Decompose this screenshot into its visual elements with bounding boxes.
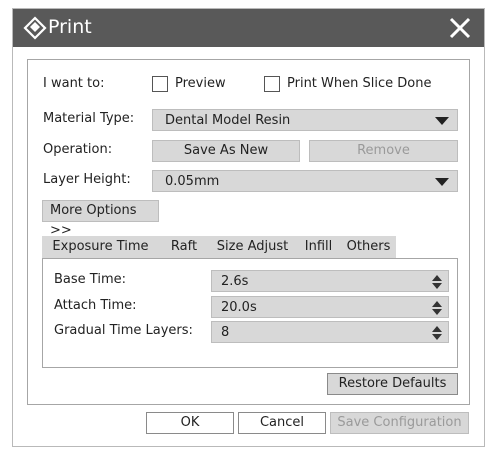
tab-raft[interactable]: Raft [159, 236, 209, 258]
save-configuration-button[interactable]: Save Configuration [330, 412, 469, 434]
attach-time-label: Attach Time: [54, 298, 137, 313]
tab-others[interactable]: Others [341, 236, 396, 258]
material-type-select[interactable]: Dental Model Resin [152, 109, 458, 131]
cancel-button[interactable]: Cancel [238, 412, 326, 434]
gradual-time-layers-spinbox[interactable]: 8 [211, 321, 449, 343]
base-time-value: 2.6s [221, 274, 249, 289]
base-time-label: Base Time: [54, 272, 126, 287]
exposure-time-panel: Base Time: 2.6s Attach Time: 20.0s Gradu… [42, 258, 458, 368]
layer-height-label: Layer Height: [43, 172, 131, 187]
title-bar: Print [13, 9, 484, 47]
tab-infill[interactable]: Infill [296, 236, 341, 258]
remove-button[interactable]: Remove [309, 140, 458, 162]
tab-size-adjust[interactable]: Size Adjust [209, 236, 296, 258]
preview-label: Preview [175, 76, 226, 91]
spin-up-icon[interactable] [432, 275, 442, 281]
gradual-time-layers-label: Gradual Time Layers: [54, 323, 193, 338]
print-when-slice-done-label: Print When Slice Done [287, 76, 432, 91]
gradual-time-layers-value: 8 [221, 325, 230, 340]
close-icon[interactable] [447, 15, 473, 41]
material-type-label: Material Type: [43, 111, 135, 126]
settings-panel: I want to: Preview Print When Slice Done… [27, 59, 470, 405]
spin-up-icon[interactable] [432, 326, 442, 332]
spin-down-icon[interactable] [432, 309, 442, 315]
print-dialog: Print I want to: Preview Print When Slic… [12, 8, 485, 447]
window-title: Print [48, 16, 92, 38]
restore-defaults-button[interactable]: Restore Defaults [327, 373, 458, 395]
layer-height-value: 0.05mm [165, 174, 220, 189]
i-want-to-label: I want to: [43, 76, 105, 91]
app-diamond-icon [23, 16, 47, 40]
attach-time-spinbox[interactable]: 20.0s [211, 296, 449, 318]
attach-time-value: 20.0s [221, 300, 257, 315]
save-as-new-button[interactable]: Save As New [152, 140, 300, 162]
spin-down-icon[interactable] [432, 283, 442, 289]
ok-button[interactable]: OK [146, 412, 234, 434]
operation-label: Operation: [43, 142, 113, 157]
preview-checkbox[interactable] [152, 76, 168, 92]
print-when-slice-done-checkbox[interactable] [264, 76, 280, 92]
more-options-button[interactable]: More Options >> [42, 200, 159, 238]
base-time-spinbox[interactable]: 2.6s [211, 270, 449, 292]
spin-up-icon[interactable] [432, 301, 442, 307]
chevron-down-icon [435, 117, 449, 125]
tab-exposure-time[interactable]: Exposure Time [42, 236, 159, 258]
spin-down-icon[interactable] [432, 334, 442, 340]
layer-height-select[interactable]: 0.05mm [152, 170, 458, 192]
chevron-down-icon [435, 178, 449, 186]
material-type-value: Dental Model Resin [165, 113, 291, 128]
